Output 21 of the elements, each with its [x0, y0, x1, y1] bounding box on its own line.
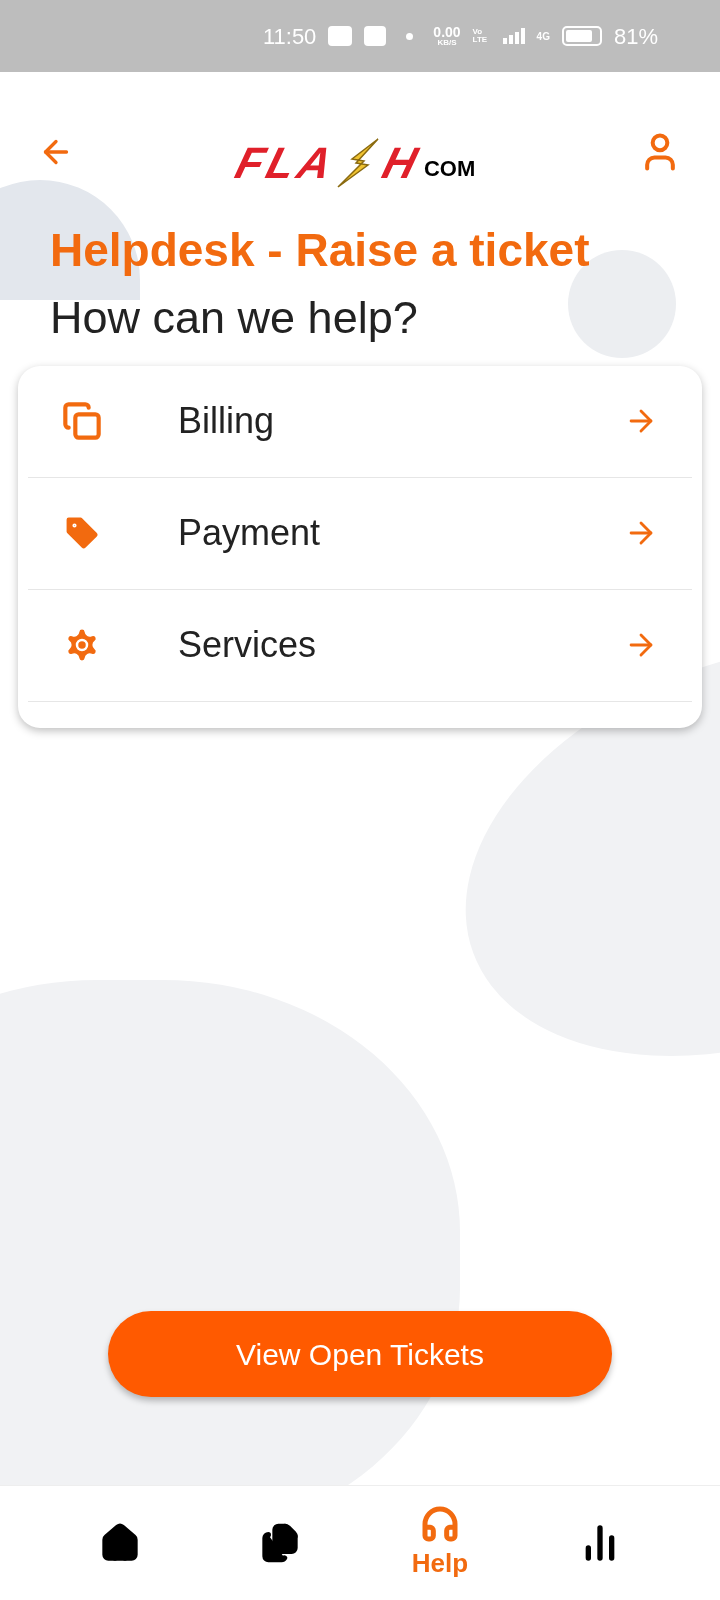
- logo-text: FLA: [229, 137, 342, 189]
- notification-icon: [328, 26, 353, 46]
- status-time: 11:50: [262, 22, 317, 51]
- page-title: Helpdesk - Raise a ticket: [50, 223, 590, 278]
- logo-text: H: [376, 137, 424, 189]
- documents-icon: [260, 1523, 300, 1563]
- logo-suffix: COM: [424, 154, 476, 183]
- speed-unit: KB/S: [437, 39, 457, 47]
- battery-icon: [561, 26, 602, 46]
- home-icon: [100, 1523, 140, 1563]
- notification-icon: [364, 26, 387, 46]
- volte-label: Vo LTE: [472, 28, 489, 44]
- category-item[interactable]: Billing: [28, 365, 692, 478]
- network-type: 4G: [536, 29, 550, 44]
- network-speed: 0.00: [433, 25, 461, 39]
- signal-icon: [502, 28, 525, 44]
- category-item[interactable]: Services: [28, 589, 692, 702]
- copy-icon: [62, 401, 102, 442]
- battery-percent: 81%: [613, 22, 658, 51]
- category-item[interactable]: Payment: [28, 477, 692, 590]
- page-subtitle: How can we help?: [50, 290, 418, 345]
